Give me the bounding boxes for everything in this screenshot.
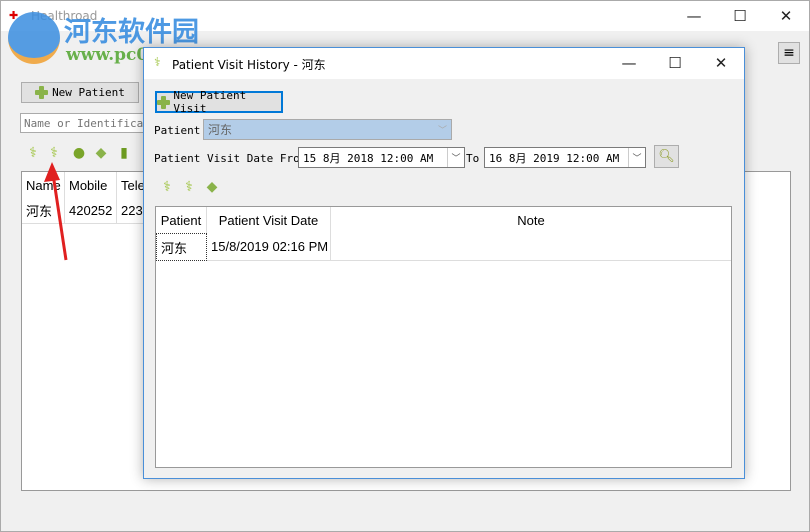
stethoscope-icon: ⚕ [154, 55, 161, 69]
patient-label: Patient [154, 124, 201, 137]
watermark-name: 河东软件园 [64, 17, 199, 48]
chevron-down-icon: ﹀ [437, 126, 447, 136]
watermark-logo [8, 12, 60, 64]
book-icon[interactable]: ◆ [204, 179, 220, 195]
plus-icon [157, 95, 171, 109]
search-button[interactable]: 🔍︎ [654, 145, 679, 168]
cell-note[interactable] [331, 233, 731, 261]
cell-patient[interactable]: 河东 [156, 233, 207, 261]
dialog-title: Patient Visit History - 河东 [172, 58, 326, 72]
date-from-picker[interactable]: 15 8月 2018 12:00 AM ﹀ [298, 147, 465, 168]
close-button[interactable]: ✕ [763, 1, 809, 31]
stethoscope-history-icon[interactable]: ⚕ [46, 145, 62, 161]
cell-visit-date[interactable]: 15/8/2019 02:16 PM [207, 233, 331, 261]
user-icon[interactable]: ● [71, 145, 87, 161]
date-to-picker[interactable]: 16 8月 2019 12:00 AM ﹀ [484, 147, 646, 168]
stethoscope-icon[interactable]: ⚕ [159, 179, 175, 195]
search-icon: 🔍︎ [658, 149, 675, 164]
visit-date-label: Patient Visit Date From [154, 152, 307, 165]
visit-history-dialog: ⚕ Patient Visit History - 河东 — ☐ ✕ New P… [143, 47, 745, 479]
patient-search-input[interactable] [20, 113, 160, 133]
hamburger-icon: ≡ [783, 45, 795, 61]
patient-select[interactable]: 河东 ﹀ [203, 119, 452, 140]
notebook-icon[interactable]: ▮ [116, 145, 132, 161]
dialog-maximize-button[interactable]: ☐ [652, 48, 698, 78]
visits-table: Patient Patient Visit Date Note 河东 15/8/… [155, 206, 732, 468]
stethoscope-icon[interactable]: ⚕ [25, 145, 41, 161]
chevron-down-icon[interactable]: ﹀ [628, 148, 645, 167]
menu-button[interactable]: ≡ [778, 42, 800, 64]
column-header-visit-date[interactable]: Patient Visit Date [207, 207, 331, 233]
chevron-down-icon[interactable]: ﹀ [447, 148, 464, 167]
dialog-close-button[interactable]: ✕ [698, 48, 744, 78]
new-patient-button[interactable]: New Patient [21, 82, 139, 103]
dialog-minimize-button[interactable]: — [606, 48, 652, 78]
maximize-button[interactable]: ☐ [717, 1, 763, 31]
annotation-arrow [44, 162, 68, 261]
book-icon[interactable]: ◆ [93, 145, 109, 161]
column-header-note[interactable]: Note [331, 207, 731, 233]
column-header-patient[interactable]: Patient [156, 207, 207, 233]
to-label: To [466, 152, 480, 165]
minimize-button[interactable]: — [671, 1, 717, 31]
plus-icon [35, 86, 49, 99]
dialog-title-bar: ⚕ Patient Visit History - 河东 — ☐ ✕ [144, 48, 744, 79]
new-patient-visit-button[interactable]: New Patient Visit [155, 89, 283, 115]
stethoscope-edit-icon[interactable]: ⚕ [181, 179, 197, 195]
